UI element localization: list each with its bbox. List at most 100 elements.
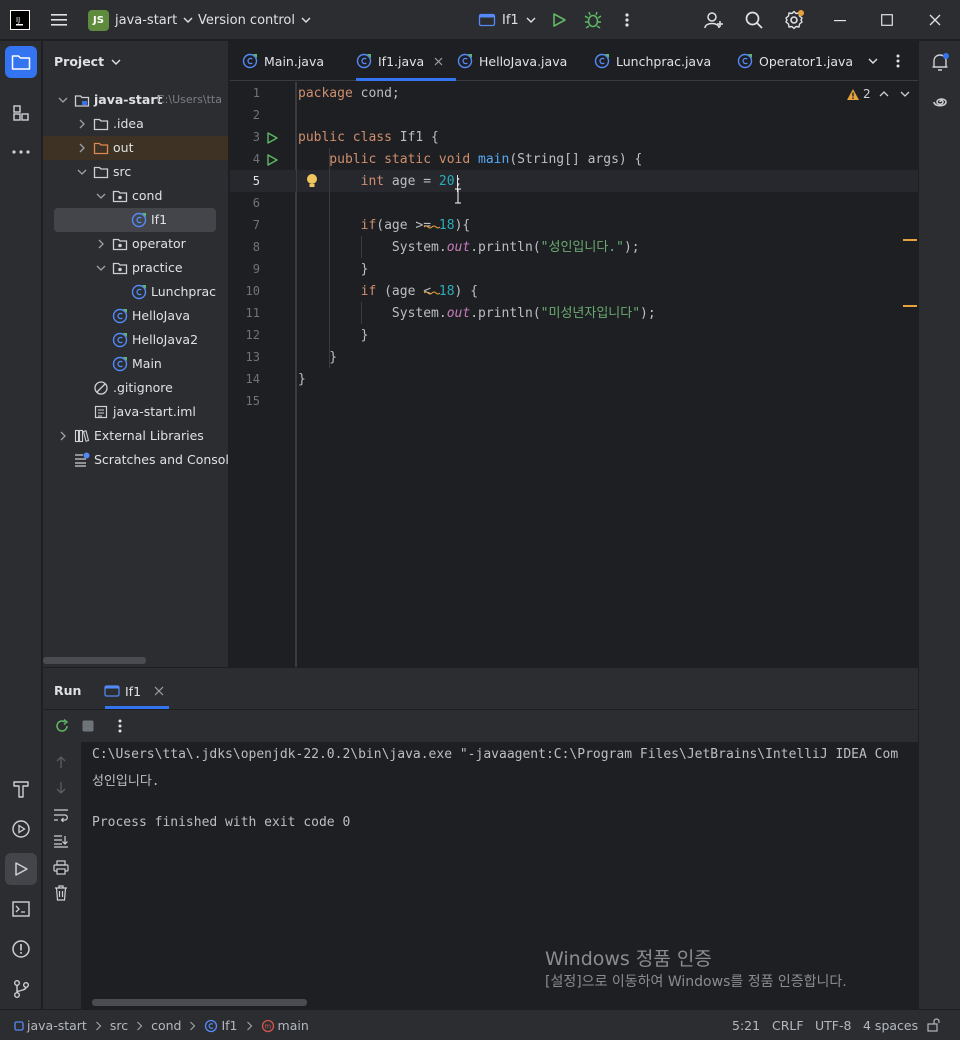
run-class-gutter-button[interactable] [264,130,280,146]
tree-item-gitignore[interactable]: .gitignore [43,376,228,400]
tab-main[interactable]: Main.java [242,41,324,81]
breadcrumb-item[interactable]: m main [261,1018,309,1033]
settings-button[interactable] [783,10,805,30]
scroll-to-end-button[interactable] [52,832,70,850]
structure-tool-button[interactable] [5,97,37,129]
tab-list-button[interactable] [864,53,882,69]
main-menu-icon[interactable] [48,10,70,30]
printer-icon [53,859,69,875]
file-encoding[interactable]: UTF-8 [815,1018,851,1033]
chevron-right-icon[interactable] [57,430,69,442]
build-tool-button[interactable] [5,773,37,805]
readonly-toggle[interactable] [926,1017,942,1033]
tree-item-label: java-start [94,92,163,107]
bell-icon [932,53,949,71]
tree-item-hellojava2[interactable]: HelloJava2 [43,328,228,352]
problems-tool-button[interactable] [5,933,37,965]
more-actions-button[interactable] [617,10,637,30]
terminal-tool-button[interactable] [5,893,37,925]
run-tab[interactable]: If1 [104,676,164,706]
chevron-right-icon[interactable] [95,238,107,250]
chevron-down-icon[interactable] [95,262,107,274]
run-more-button[interactable] [113,717,127,735]
project-panel-header[interactable]: Project [54,54,122,69]
tree-item-scratches-and-consoles[interactable]: Scratches and Consoles [43,448,228,472]
intention-bulb-icon[interactable] [304,172,320,190]
tree-item-cond[interactable]: cond [43,184,228,208]
services-icon [12,820,30,838]
notifications-button[interactable] [924,46,956,78]
tree-item-if1[interactable]: If1 [54,208,216,232]
run-button[interactable] [549,10,569,30]
tab-lunchprac[interactable]: Lunchprac.java [594,41,711,81]
tree-item-java-start[interactable]: java-start C:\Users\tta [43,88,228,112]
tab-operator1[interactable]: Operator1.java [737,41,853,81]
code-editor[interactable]: package cond; public class If1 { public s… [296,82,918,667]
tree-item-practice[interactable]: practice [43,256,228,280]
tree-item-idea[interactable]: .idea [43,112,228,136]
run-tool-button[interactable] [5,853,37,885]
tab-actions-button[interactable] [890,53,906,69]
chevron-down-icon[interactable] [76,166,88,178]
tree-item-java-start-iml[interactable]: java-start.iml [43,400,228,424]
vcs-menu[interactable]: Version control [198,9,312,31]
tree-item-label: External Libraries [94,428,204,443]
tree-item-label: operator [132,236,186,251]
scrollbar-warning-marker[interactable] [903,239,917,241]
tree-item-lunchprac[interactable]: Lunchprac [43,280,228,304]
code-line: System.out.println("성인입니다."); [298,240,640,255]
close-icon[interactable] [434,57,443,66]
chevron-down-icon[interactable] [57,94,69,106]
search-everywhere-button[interactable] [743,10,765,30]
console-horizontal-scrollbar[interactable] [92,999,307,1006]
maximize-button[interactable] [877,10,897,30]
tab-hellojava[interactable]: HelloJava.java [457,41,567,81]
tree-item-external-libraries[interactable]: External Libraries [43,424,228,448]
services-tool-button[interactable] [5,813,37,845]
minimize-button[interactable] [830,10,850,30]
tab-if1[interactable]: If1.java [356,41,456,81]
stop-button[interactable] [79,717,97,735]
console-output[interactable]: C:\Users\tta\.jdks\openjdk-22.0.2\bin\ja… [81,742,918,1009]
inspection-widget[interactable]: 2 [846,87,910,101]
rerun-button[interactable] [53,717,71,735]
tree-item-operator[interactable]: operator [43,232,228,256]
debug-button[interactable] [583,10,603,30]
scrollbar-warning-marker[interactable] [903,305,917,307]
run-main-gutter-button[interactable] [264,152,280,168]
chevron-down-icon[interactable] [95,190,107,202]
print-button[interactable] [52,858,70,876]
chevron-right-icon[interactable] [76,118,88,130]
close-window-button[interactable] [925,10,945,30]
ai-assistant-button[interactable] [924,86,956,118]
code-fold-line [296,82,297,667]
soft-wrap-button[interactable] [52,806,70,824]
line-number: 10 [245,284,260,298]
caret-position[interactable]: 5:21 [732,1018,760,1033]
more-tools-button[interactable] [5,136,37,168]
scroll-up-button[interactable] [52,753,70,771]
code-with-me-button[interactable] [703,10,725,30]
tree-item-hellojava[interactable]: HelloJava [43,304,228,328]
clear-console-button[interactable] [52,884,70,902]
project-tool-button[interactable] [5,46,37,78]
tab-label: Lunchprac.java [616,53,712,69]
scroll-down-button[interactable] [52,779,70,797]
breadcrumb-item[interactable]: java-start [14,1018,87,1033]
line-number: 5 [252,174,260,188]
chevron-right-icon[interactable] [76,142,88,154]
tree-item-out[interactable]: out [43,136,228,160]
run-config-selector[interactable]: If1 [478,9,537,31]
git-tool-button[interactable] [5,973,37,1005]
intellij-logo-icon[interactable]: IJ [10,10,30,30]
indent-setting[interactable]: 4 spaces [863,1018,918,1033]
breadcrumb-item[interactable]: src [110,1018,128,1033]
tree-item-src[interactable]: src [43,160,228,184]
tree-item-main[interactable]: Main [43,352,228,376]
breadcrumb-item[interactable]: cond [151,1018,181,1033]
project-switcher[interactable]: JS java-start [88,9,194,31]
breadcrumb-item[interactable]: If1 [204,1018,238,1033]
trash-icon [55,885,67,901]
line-separator[interactable]: CRLF [772,1018,804,1033]
horizontal-scrollbar[interactable] [43,657,146,664]
